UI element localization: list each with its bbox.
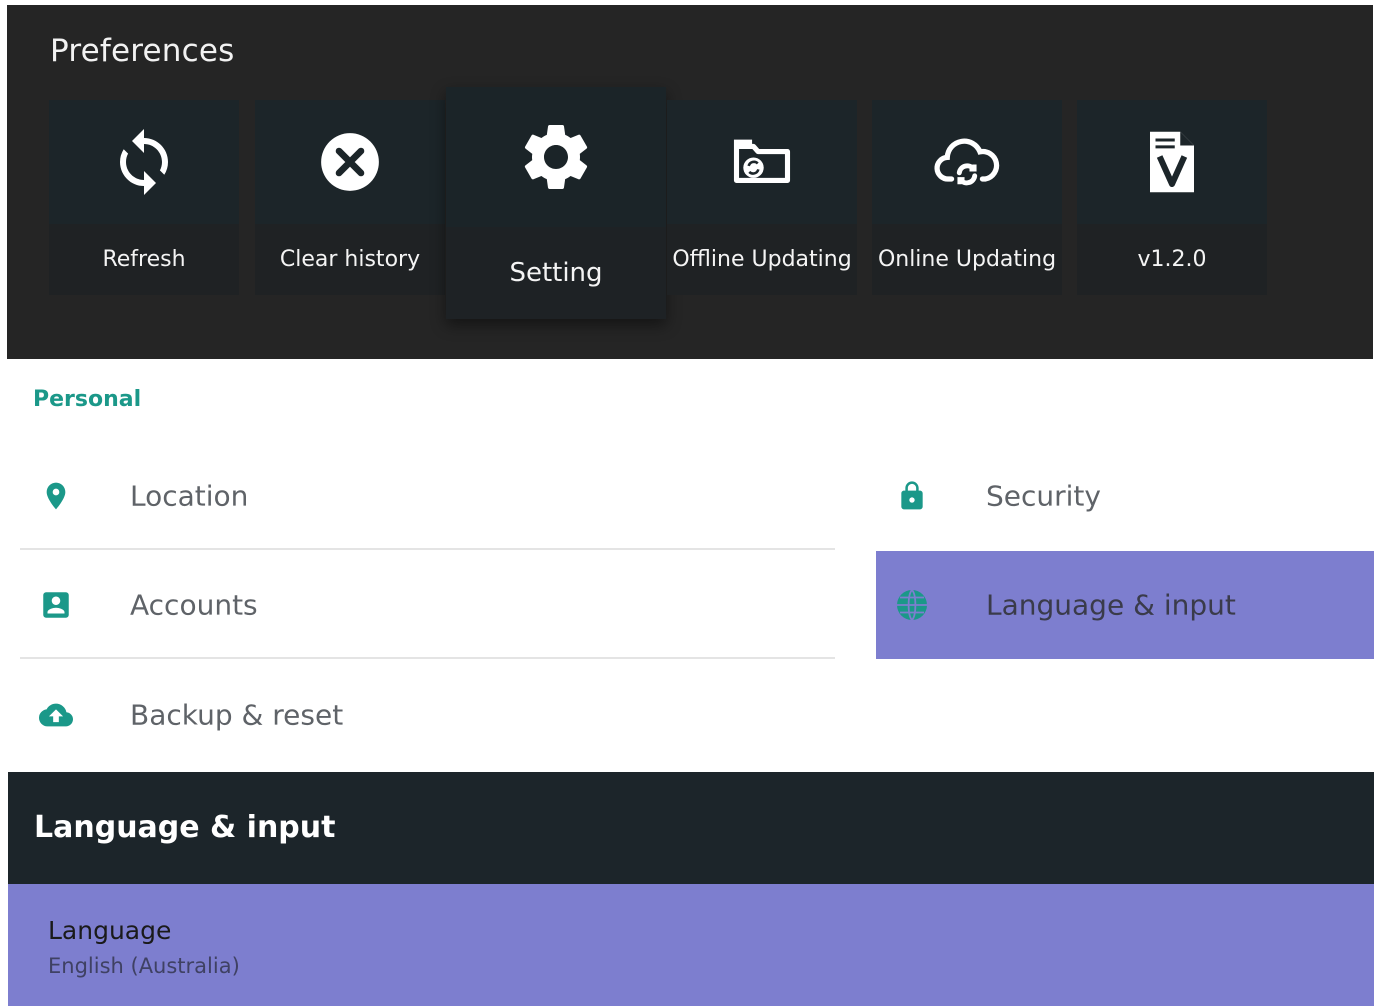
settings-item-label: Security [986,479,1101,513]
settings-item-security[interactable]: Security [876,442,1374,550]
tile-offline-updating-label: Offline Updating [667,224,857,295]
location-pin-icon [36,476,76,516]
language-input-title: Language & input [34,810,336,845]
tile-offline-updating[interactable]: Offline Updating [667,100,857,295]
account-icon [36,585,76,625]
tile-clear-history[interactable]: Clear history [255,100,445,295]
settings-item-label: Location [130,479,249,513]
tile-refresh[interactable]: Refresh [49,100,239,295]
tile-online-updating[interactable]: Online Updating [872,100,1062,295]
settings-item-language-input[interactable]: Language & input [876,551,1374,659]
settings-item-accounts[interactable]: Accounts [20,551,835,659]
tile-setting[interactable]: Setting [446,87,666,319]
tile-offline-icon-area [667,100,857,224]
settings-item-label: Accounts [130,588,258,622]
clear-icon [321,133,379,191]
language-preference[interactable]: Language English (Australia) [8,884,1374,1006]
settings-item-label: Language & input [986,588,1236,622]
tile-online-updating-label: Online Updating [872,224,1062,295]
app-window: Preferences Refresh Clear history Settin… [0,0,1380,1006]
tile-refresh-icon-area [49,100,239,224]
language-preference-title: Language [48,916,172,945]
tile-clear-history-label: Clear history [255,224,445,295]
tile-clear-history-icon-area [255,100,445,224]
settings-item-backup-reset[interactable]: Backup & reset [20,661,835,769]
tile-version-label: v1.2.0 [1077,224,1267,295]
globe-icon [892,585,932,625]
cloud-upload-icon [36,695,76,735]
refresh-icon [120,129,168,195]
settings-item-label: Backup & reset [130,698,344,732]
tile-version-icon-area [1077,100,1267,224]
page-title: Preferences [50,33,235,69]
tile-refresh-label: Refresh [49,224,239,295]
version-icon [1150,131,1194,193]
tile-setting-icon-area [446,87,666,227]
tile-version[interactable]: v1.2.0 [1077,100,1267,295]
section-header-personal: Personal [33,387,142,412]
preferences-header: Preferences Refresh Clear history Settin… [7,5,1373,359]
language-preference-summary: English (Australia) [48,954,240,978]
lock-icon [892,476,932,516]
tile-online-icon-area [872,100,1062,224]
tile-setting-label: Setting [446,227,666,319]
gear-icon [524,124,588,189]
folder-sync-icon [733,139,791,183]
left-edge [0,0,7,1006]
settings-item-location[interactable]: Location [20,442,835,550]
language-input-header: Language & input [8,772,1374,884]
cloud-sync-icon [934,138,1000,186]
